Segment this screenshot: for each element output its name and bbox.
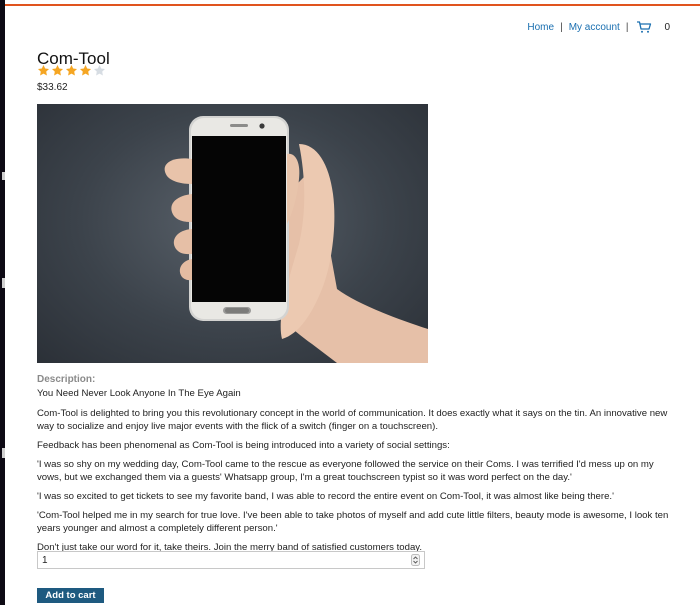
cart-count: 0 [664,21,670,33]
description-label: Description: [37,374,96,385]
cart-icon[interactable] [636,20,652,34]
star-filled-icon [37,64,50,76]
nav-separator: | [560,21,563,33]
description-paragraph: Com-Tool is delighted to bring you this … [37,408,668,432]
nav-separator: | [625,21,629,33]
quantity-spinner-icon[interactable] [411,554,420,566]
add-to-cart-button[interactable]: Add to cart [37,588,104,603]
quantity-input[interactable]: 1 [37,551,425,569]
star-filled-icon [51,64,64,76]
star-filled-icon [79,64,92,76]
star-empty-icon [93,64,106,76]
edge-glyph [2,448,5,458]
description-paragraph: 'I was so shy on my wedding day, Com-Too… [37,459,654,483]
top-navigation: Home | My account | 0 [527,20,670,34]
home-link[interactable]: Home [527,22,554,33]
left-edge-strip [0,0,5,605]
star-filled-icon [65,64,78,76]
edge-glyph [2,278,5,288]
rating-stars [37,64,106,77]
description-tagline: You Need Never Look Anyone In The Eye Ag… [37,388,241,399]
product-image [37,104,428,363]
cart-link[interactable] [634,20,662,34]
description-paragraph: 'I was so excited to get tickets to see … [37,491,614,502]
description-paragraph: 'Com-Tool helped me in my search for tru… [37,510,669,534]
my-account-link[interactable]: My account [569,22,620,33]
edge-glyph [2,172,5,180]
header-accent-line [5,4,700,6]
description-body: You Need Never Look Anyone In The Eye Ag… [37,387,677,560]
hand-phone-illustration [164,116,428,363]
description-paragraph: Feedback has been phenomenal as Com-Tool… [37,440,450,451]
quantity-value[interactable]: 1 [38,555,411,566]
product-price: $33.62 [37,82,68,93]
